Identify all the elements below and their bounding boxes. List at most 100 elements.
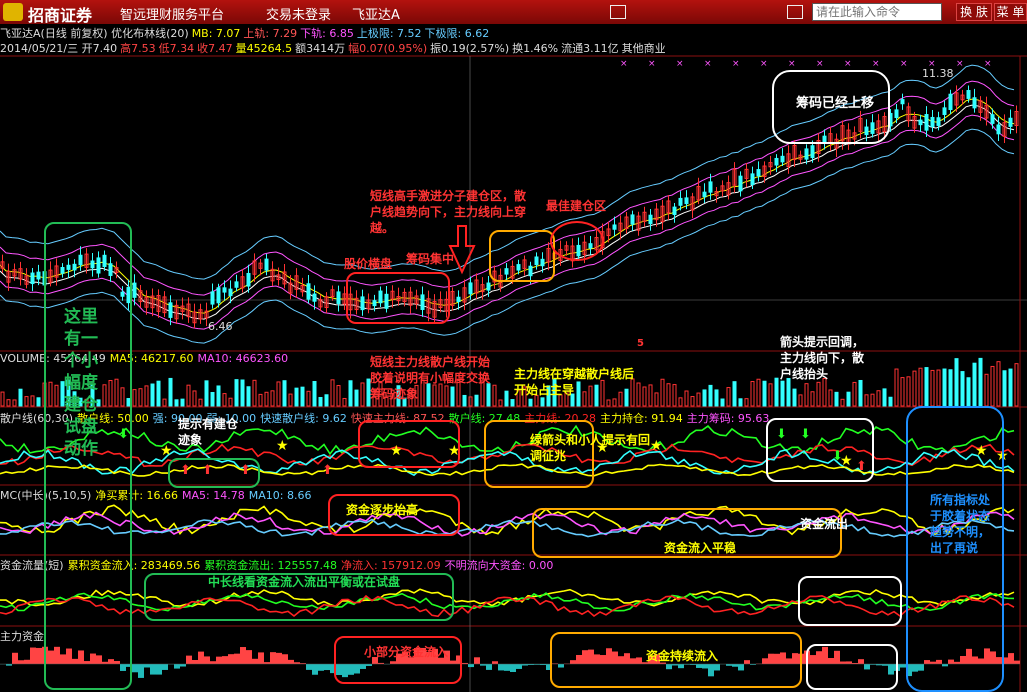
candle-body (966, 90, 971, 99)
crossing-box (358, 420, 460, 468)
candle-body (924, 114, 929, 131)
volume-bar (942, 368, 947, 407)
volume-bar (132, 389, 137, 407)
volume-bar (228, 397, 233, 407)
volume-bar (744, 398, 749, 407)
candle-body (972, 97, 977, 109)
fund-outflow-text: 资金流出 (800, 517, 849, 531)
volume-bar (282, 380, 287, 407)
candle-body (942, 107, 947, 116)
volume-bar (768, 383, 773, 407)
signal-marker: × (900, 59, 908, 69)
outflow-box (798, 576, 902, 626)
volume-bar (0, 391, 5, 407)
volume-bar (750, 381, 755, 407)
fund-bar (12, 652, 18, 664)
signal-marker: × (844, 59, 852, 69)
candle-body (246, 272, 251, 287)
fund-bar (216, 656, 222, 664)
candle-body (996, 124, 1001, 135)
volume-bar (792, 388, 797, 407)
build-arrows-box (168, 458, 260, 488)
fund-bar (510, 664, 516, 673)
volume-bar (18, 388, 23, 407)
volume-bar (276, 381, 281, 407)
candle-body (648, 214, 653, 225)
signal-marker: × (956, 59, 964, 69)
volume-bar (528, 398, 533, 407)
candle-body (228, 288, 233, 297)
candle-body (780, 155, 785, 163)
volume-bar (774, 377, 779, 407)
volume-bar (786, 378, 791, 407)
fund-rising-text: 资金逐步抬高 (346, 503, 419, 517)
volume-bar (984, 373, 989, 407)
fund-bar (186, 655, 192, 664)
fund-bar (306, 664, 312, 670)
candle-body (702, 191, 707, 198)
candle-body (948, 93, 953, 110)
consolidation-box (346, 272, 450, 324)
mc-ma10-line (0, 518, 1015, 538)
volume-bar (264, 391, 269, 407)
candle-body (810, 145, 815, 159)
volume-bar (996, 361, 1001, 407)
candle-body (336, 291, 341, 304)
volume-bar (756, 378, 761, 407)
red-up-arrow-icon: ⬆ (322, 463, 333, 478)
continuous-inflow-text: 资金持续流入 (646, 649, 719, 663)
star-marker: ★ (276, 438, 289, 454)
volume-bar (876, 390, 881, 407)
fund-bar (486, 664, 492, 670)
volume-bar (330, 379, 335, 407)
signal-marker: × (788, 59, 796, 69)
signal-marker: × (620, 59, 628, 69)
candle-body (36, 271, 41, 280)
green-trial-text: 这里有一个小幅度建仓试盘动作 (64, 307, 98, 459)
fund-bar (132, 664, 138, 673)
volume-bar (912, 370, 917, 407)
candle-body (612, 224, 617, 230)
volume-bar (342, 397, 347, 407)
volume-bar (318, 396, 323, 407)
chips-moved-text: 筹码已经上移 (796, 96, 875, 111)
candle-body (630, 214, 635, 225)
volume-bar (324, 394, 329, 407)
volume-bar (354, 389, 359, 407)
candle-body (234, 281, 239, 288)
volume-bar (258, 393, 263, 407)
volume-bar (906, 376, 911, 407)
volume-bar (972, 362, 977, 407)
fund-bar (468, 664, 474, 668)
volume-bar (816, 381, 821, 407)
volume-bar (924, 367, 929, 407)
fund-bar (288, 659, 294, 664)
volume-bar (204, 380, 209, 407)
volume-bar (846, 391, 851, 407)
volume-bar (834, 391, 839, 407)
volume-bar (954, 358, 959, 407)
fund-bar (162, 664, 168, 670)
outflow-white-box (806, 644, 898, 690)
volume-bar (828, 389, 833, 407)
volume-bar (930, 369, 935, 407)
fund-bar (150, 664, 156, 675)
volume-bar (198, 398, 203, 407)
arrow-hint-box (766, 418, 874, 482)
volume-bar (720, 398, 725, 407)
candle-body (918, 119, 923, 126)
volume-bar (810, 391, 815, 407)
fund-bar (1014, 660, 1020, 664)
signal-marker: × (676, 59, 684, 69)
volume-bar (894, 368, 899, 407)
volume-bar (918, 367, 923, 407)
volume-bar (888, 396, 893, 407)
fund-steady-text: 资金流入平稳 (664, 541, 737, 555)
fund-bar (252, 658, 258, 664)
volume-bar (252, 379, 257, 407)
fund-bar (234, 653, 240, 664)
volume-bar (708, 384, 713, 407)
star-marker: ★ (650, 438, 663, 454)
volume-bar (714, 389, 719, 407)
volume-bar (678, 397, 683, 407)
